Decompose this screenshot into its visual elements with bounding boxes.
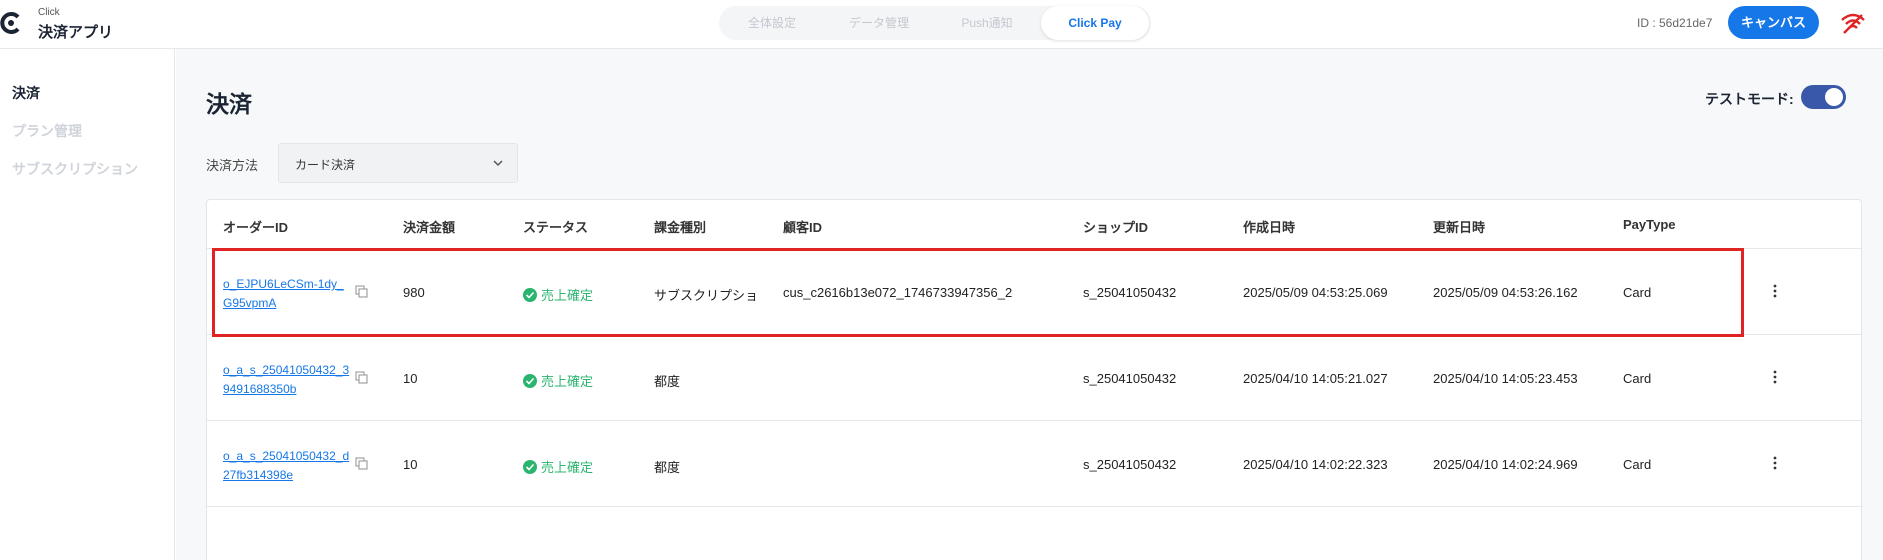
more-vertical-icon[interactable] [1772,283,1778,299]
more-vertical-icon[interactable] [1772,369,1778,385]
tab-global-settings[interactable]: 全体設定 [719,6,825,40]
copy-icon[interactable] [355,457,368,470]
copy-icon[interactable] [355,285,368,298]
order-id-link[interactable]: o_EJPU6LeCSm-1dy_G95vpmA [223,275,353,313]
customer-id-cell: cus_c2616b13e072_1746733947356_2 [783,285,1013,300]
status-badge: 売上確定 [523,285,593,304]
column-header-pay-type: PayType [1623,217,1676,232]
amount-cell: 10 [403,371,418,386]
table-row: o_a_s_25041050432_39491688350b 10 売上確定 都… [207,335,1861,421]
amount-cell: 10 [403,457,418,472]
status-badge: 売上確定 [523,371,593,390]
column-header-updated-at: 更新日時 [1433,220,1486,235]
table-row: o_a_s_25041050432_d27fb314398e 10 売上確定 都… [207,421,1861,507]
brand-small: Click [38,7,60,18]
payment-method-value: カード決済 [295,158,356,172]
page-title: 決済 [206,91,252,117]
order-id-link[interactable]: o_a_s_25041050432_d27fb314398e [223,447,353,485]
copy-icon[interactable] [355,371,368,384]
more-vertical-icon[interactable] [1772,455,1778,471]
billing-type-cell: 都度 [654,460,681,475]
status-badge: 売上確定 [523,457,593,476]
column-header-created-at: 作成日時 [1243,220,1296,235]
created-at-cell: 2025/05/09 04:53:25.069 [1243,285,1388,300]
pay-type-cell: Card [1623,371,1652,386]
shop-id-cell: s_25041050432 [1083,285,1177,300]
payment-method-select[interactable]: カード決済 [278,143,518,183]
order-id-link[interactable]: o_a_s_25041050432_39491688350b [223,361,353,399]
created-at-cell: 2025/04/10 14:05:21.027 [1243,371,1388,386]
payments-table: オーダーID 決済金額 ステータス 課金種別 顧客ID ショップID 作成日時 … [206,199,1862,560]
sidebar-item-plan-management[interactable]: プラン管理 [12,121,82,141]
app-id-label: ID : 56d21de7 [1637,16,1713,30]
updated-at-cell: 2025/04/10 14:05:23.453 [1433,371,1578,386]
column-header-order-id: オーダーID [223,220,289,235]
sidebar: 決済 プラン管理 サブスクリプション [0,49,175,560]
table-row: o_EJPU6LeCSm-1dy_G95vpmA 980 売上確定 サブスクリプ… [207,249,1861,335]
status-text: 売上確定 [541,288,594,303]
shop-id-cell: s_25041050432 [1083,371,1177,386]
created-at-cell: 2025/04/10 14:02:22.323 [1243,457,1388,472]
top-nav: 全体設定 データ管理 Push通知 Click Pay [719,6,1151,40]
status-text: 売上確定 [541,374,594,389]
tab-push-notification[interactable]: Push通知 [933,6,1041,40]
pay-type-cell: Card [1623,457,1652,472]
check-circle-icon [523,288,537,302]
amount-cell: 980 [403,285,425,300]
updated-at-cell: 2025/04/10 14:02:24.969 [1433,457,1578,472]
toggle-knob [1825,88,1843,106]
canvas-button[interactable]: キャンバス [1728,6,1819,39]
app-header: Click 決済アプリ 全体設定 データ管理 Push通知 Click Pay … [0,0,1883,49]
app-title: 決済アプリ [38,24,114,41]
updated-at-cell: 2025/05/09 04:53:26.162 [1433,285,1578,300]
main-content: 決済 テストモード: 決済方法 カード決済 オーダーID 決済金額 ステータス … [176,49,1883,560]
chevron-down-icon [493,160,503,167]
sidebar-item-subscriptions[interactable]: サブスクリプション [12,159,138,179]
signal-icon[interactable] [1839,10,1867,36]
tab-click-pay[interactable]: Click Pay [1041,6,1149,40]
column-header-billing-type: 課金種別 [654,220,707,235]
column-header-customer-id: 顧客ID [783,220,823,235]
test-mode-toggle[interactable] [1801,85,1846,109]
check-circle-icon [523,374,537,388]
column-header-status: ステータス [523,220,589,235]
check-circle-icon [523,460,537,474]
payment-method-label: 決済方法 [206,158,259,173]
column-header-shop-id: ショップID [1083,220,1149,235]
status-text: 売上確定 [541,460,594,475]
column-header-amount: 決済金額 [403,220,456,235]
test-mode-label: テストモード: [1705,91,1794,107]
sidebar-item-payments[interactable]: 決済 [12,83,40,103]
pay-type-cell: Card [1623,285,1652,300]
billing-type-cell: サブスクリプショ [654,288,759,303]
app-logo-icon [0,12,20,34]
billing-type-cell: 都度 [654,374,681,389]
tab-data-management[interactable]: データ管理 [825,6,933,40]
table-header: オーダーID 決済金額 ステータス 課金種別 顧客ID ショップID 作成日時 … [207,200,1861,249]
shop-id-cell: s_25041050432 [1083,457,1177,472]
